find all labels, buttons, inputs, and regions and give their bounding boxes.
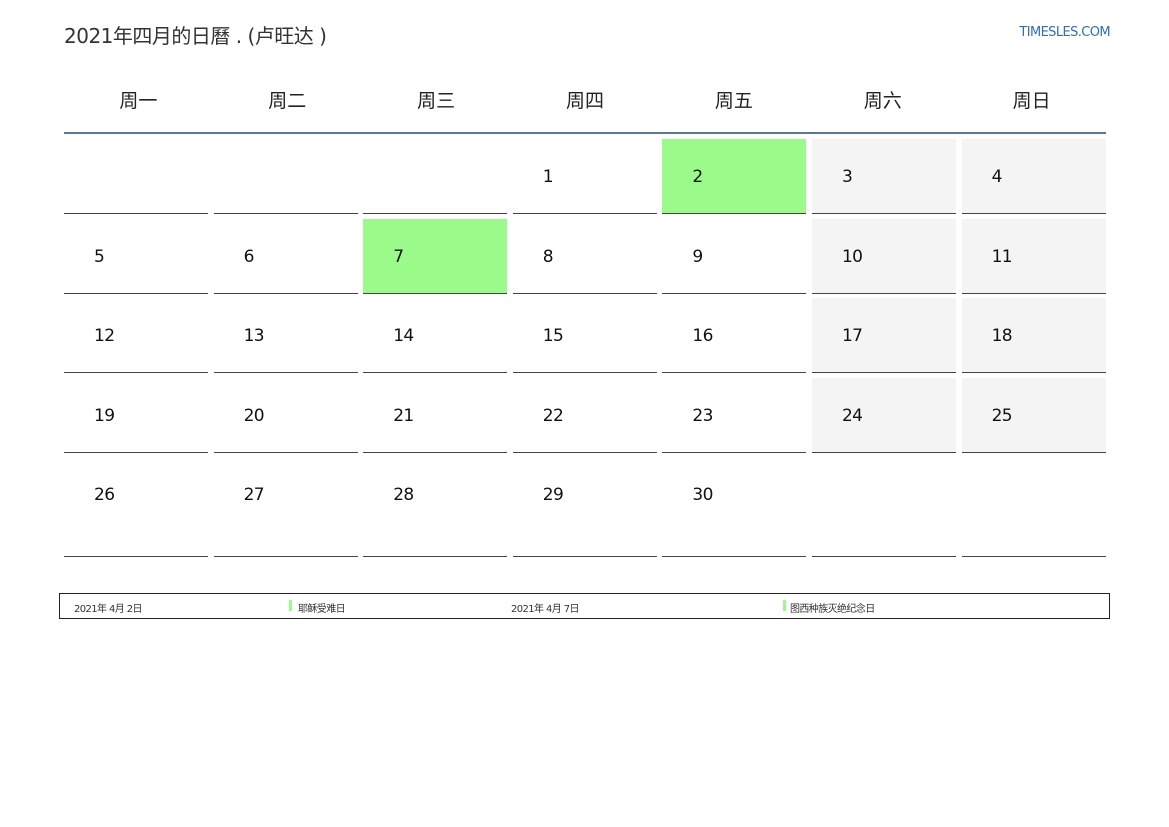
day-cell[interactable]: 15 bbox=[512, 298, 657, 373]
day-cell[interactable]: 27 bbox=[213, 457, 358, 557]
weekday-tue: 周二 bbox=[268, 89, 307, 112]
day-cell[interactable]: 20 bbox=[213, 378, 358, 453]
day-number: 29 bbox=[542, 485, 564, 505]
day-cell[interactable]: 14 bbox=[363, 298, 508, 373]
day-cell[interactable]: 11 bbox=[961, 218, 1106, 294]
day-number: 10 bbox=[841, 246, 863, 267]
day-number: 30 bbox=[692, 485, 713, 505]
day-cell[interactable]: 16 bbox=[662, 298, 807, 373]
day-number: 9 bbox=[692, 246, 703, 267]
day-number: 21 bbox=[393, 405, 414, 426]
day-cell[interactable]: 13 bbox=[213, 298, 358, 373]
day-number: 18 bbox=[991, 326, 1013, 346]
weekday-thu: 周四 bbox=[565, 89, 604, 112]
weekday-sun: 周日 bbox=[1012, 89, 1051, 112]
day-number: 14 bbox=[393, 326, 414, 346]
day-number: 8 bbox=[542, 246, 554, 267]
day-cell[interactable]: 21 bbox=[363, 378, 508, 453]
day-number: 20 bbox=[243, 405, 265, 426]
day-cell[interactable]: 30 bbox=[662, 457, 807, 557]
day-cell[interactable]: 9 bbox=[662, 219, 807, 294]
day-cell[interactable]: 29 bbox=[512, 457, 657, 557]
day-number: 22 bbox=[542, 405, 564, 426]
empty-day-cell bbox=[961, 457, 1106, 557]
holiday-date: 2021年 4月 7日 bbox=[511, 604, 580, 615]
day-number: 23 bbox=[692, 405, 713, 426]
day-cell[interactable]: 24 bbox=[811, 377, 956, 453]
day-cell[interactable]: 18 bbox=[961, 298, 1106, 373]
page-title: 2021年四月的日曆 . (卢旺达 ) bbox=[64, 24, 327, 48]
holiday-name: 耶稣受难日 bbox=[298, 604, 346, 615]
day-number: 1 bbox=[542, 167, 554, 187]
day-number: 26 bbox=[94, 485, 115, 505]
day-cell[interactable]: 12 bbox=[64, 298, 208, 373]
day-number: 6 bbox=[243, 246, 255, 267]
day-cell[interactable]: 2 bbox=[662, 139, 807, 214]
holiday-date: 2021年 4月 2日 bbox=[74, 604, 143, 615]
day-number: 3 bbox=[841, 167, 853, 187]
day-number: 4 bbox=[991, 167, 1003, 187]
day-number: 25 bbox=[991, 405, 1013, 426]
day-number: 12 bbox=[94, 326, 115, 346]
day-number: 19 bbox=[94, 405, 115, 426]
empty-day-cell bbox=[64, 139, 208, 214]
day-cell[interactable]: 4 bbox=[961, 139, 1106, 214]
day-cell[interactable]: 1 bbox=[512, 139, 657, 214]
day-cell[interactable]: 23 bbox=[662, 378, 807, 453]
day-number: 15 bbox=[542, 326, 564, 346]
day-cell[interactable]: 8 bbox=[512, 219, 657, 294]
day-cell[interactable]: 5 bbox=[64, 219, 208, 294]
day-number: 17 bbox=[841, 326, 863, 346]
day-cell[interactable]: 28 bbox=[363, 457, 508, 557]
day-cell[interactable]: 26 bbox=[64, 457, 208, 557]
day-cell[interactable]: 3 bbox=[811, 139, 956, 214]
day-cell[interactable]: 7 bbox=[363, 218, 508, 294]
day-cell[interactable]: 19 bbox=[64, 378, 208, 453]
day-number: 7 bbox=[393, 246, 404, 267]
day-cell[interactable]: 17 bbox=[811, 298, 956, 373]
holiday-name: 图西种族灭绝纪念日 bbox=[790, 604, 875, 615]
weekday-wed: 周三 bbox=[417, 89, 456, 112]
empty-day-cell bbox=[363, 139, 508, 214]
site-link[interactable]: TIMESLES.COM bbox=[1019, 25, 1110, 40]
weekday-header: 周一 周二 周三 周四 周五 周六 周日 bbox=[64, 78, 1106, 134]
day-number: 27 bbox=[243, 485, 265, 505]
weekday-sat: 周六 bbox=[863, 89, 902, 112]
day-number: 2 bbox=[692, 167, 703, 187]
calendar-grid: 1 2 3 4 5 6 7 8 9 10 11 12 13 14 15 16 17 18 19 20 21 22 23 24 2… bbox=[64, 139, 1106, 557]
day-number: 28 bbox=[393, 485, 414, 505]
weekday-mon: 周一 bbox=[119, 89, 158, 112]
weekday-fri: 周五 bbox=[714, 89, 753, 112]
empty-day-cell bbox=[811, 457, 956, 557]
day-number: 16 bbox=[692, 326, 713, 346]
day-number: 13 bbox=[243, 326, 265, 346]
day-cell[interactable]: 22 bbox=[512, 378, 657, 453]
holiday-legend: 2021年 4月 2日 耶稣受难日 2021年 4月 7日 图西种族灭绝纪念日 bbox=[59, 593, 1110, 619]
day-number: 24 bbox=[841, 405, 863, 426]
day-number: 5 bbox=[94, 246, 105, 267]
day-number: 11 bbox=[991, 246, 1013, 267]
day-cell[interactable]: 25 bbox=[961, 377, 1106, 453]
day-cell[interactable]: 6 bbox=[213, 219, 358, 294]
empty-day-cell bbox=[213, 139, 358, 214]
day-cell[interactable]: 10 bbox=[811, 218, 956, 294]
